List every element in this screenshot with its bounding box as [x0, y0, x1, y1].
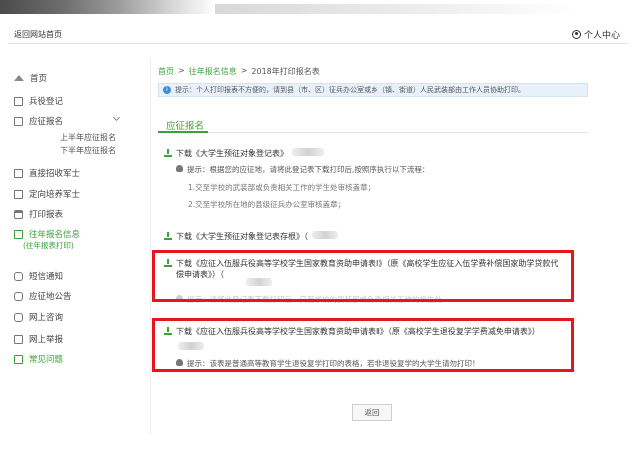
- download-link-registration-form[interactable]: 下载《大学生预征对象登记表》: [164, 148, 324, 159]
- user-icon: [571, 30, 581, 39]
- form-icon: [14, 116, 23, 126]
- highlight-box-aid-form-2: [152, 318, 574, 372]
- tip-text: 提示：根据您的应征地，请将此登记表下载打印后,按照序执行以下流程：: [187, 165, 430, 174]
- banner-logo-strip: [0, 0, 215, 14]
- message-icon: [14, 271, 23, 281]
- download-icon: [164, 232, 172, 240]
- tab-enlist[interactable]: 应征报名: [166, 118, 204, 132]
- sidebar-item-home[interactable]: 首页: [14, 72, 47, 84]
- top-bar: 返回网站首页 个人中心: [8, 26, 628, 44]
- sidebar-item-announcement[interactable]: 应征地公告: [14, 290, 72, 302]
- sidebar-divider: [150, 58, 151, 434]
- sidebar-sub-first-half[interactable]: 上半年应征报名: [60, 132, 116, 143]
- printer-icon: [14, 209, 23, 219]
- history-icon: [14, 229, 23, 239]
- download-label: 下载《大学生预征对象登记表存根》（: [176, 232, 308, 241]
- sidebar-item-label: 应征地公告: [29, 292, 72, 302]
- sidebar-item-label: 往年报名信息: [29, 230, 81, 240]
- breadcrumb-home[interactable]: 首页: [158, 66, 174, 77]
- sidebar-item-enlist[interactable]: 应征报名: [14, 115, 63, 127]
- sidebar-item-label: 网上举报: [29, 335, 64, 345]
- sidebar-item-faq[interactable]: 常见问题: [14, 353, 63, 365]
- breadcrumb: 首页 > 往年报名信息 > 2018年打印报名表: [158, 66, 320, 77]
- info-icon: i: [163, 86, 171, 94]
- sidebar-item-label: 定向培养军士: [29, 190, 81, 200]
- sidebar-active-sub-label: (往年报表打印): [23, 241, 74, 250]
- home-icon: [14, 75, 24, 81]
- sidebar-item-report[interactable]: 网上举报: [14, 333, 63, 345]
- doc-icon: [14, 189, 23, 199]
- download-icon: [164, 149, 172, 157]
- user-center-link[interactable]: 个人中心: [571, 28, 620, 41]
- breadcrumb-parent[interactable]: 往年报名信息: [189, 66, 237, 77]
- sidebar-item-label: 短信通知: [29, 272, 64, 282]
- sidebar-item-label: 直接招收军士: [29, 169, 81, 179]
- question-icon: [14, 354, 23, 364]
- sidebar-item-sms[interactable]: 短信通知: [14, 270, 63, 282]
- sidebar-item-label: 常见问题: [29, 355, 64, 365]
- redacted-text: [292, 148, 324, 156]
- tab-active-indicator: [158, 131, 208, 133]
- report-icon: [14, 334, 23, 344]
- sidebar-sub-second-half[interactable]: 下半年应征报名: [60, 145, 116, 156]
- redacted-text: [312, 231, 338, 239]
- sidebar: 首页 兵役登记 应征报名 上半年应征报名 下半年应征报名 直接招收军士 定向培养…: [8, 60, 144, 380]
- chevron-down-icon[interactable]: [112, 113, 121, 122]
- sidebar-item-consult[interactable]: 网上咨询: [14, 311, 63, 323]
- banner-gradient: [215, 4, 575, 14]
- lightbulb-icon: [176, 165, 183, 172]
- download-link-registration-stub[interactable]: 下载《大学生预征对象登记表存根》（: [164, 231, 338, 242]
- back-button[interactable]: 返回: [352, 404, 392, 421]
- sidebar-item-directed-training[interactable]: 定向培养军士: [14, 188, 80, 200]
- step-2: 2.交至学校所在地的县级征兵办公室审核盖章；: [188, 200, 346, 209]
- breadcrumb-current: 2018年打印报名表: [251, 67, 320, 76]
- sidebar-item-history[interactable]: 往年报名信息: [14, 228, 80, 240]
- step-1: 1.交至学校的武装部或负责相关工作的学生处审核盖章；: [188, 183, 376, 192]
- chat-icon: [14, 312, 23, 322]
- sidebar-item-register[interactable]: 兵役登记: [14, 95, 63, 107]
- sidebar-item-label: 打印报表: [29, 210, 64, 220]
- tab-divider: [158, 132, 588, 133]
- sidebar-item-print[interactable]: 打印报表: [14, 208, 63, 220]
- sidebar-item-label: 首页: [30, 74, 48, 84]
- breadcrumb-separator: >: [240, 66, 248, 75]
- notice-banner: i 提示：个人打印报表不方便的，请到县（市、区）征兵办公室或乡（镇、街道）人民武…: [158, 83, 588, 97]
- notice-text: 提示：个人打印报表不方便的，请到县（市、区）征兵办公室或乡（镇、街道）人民武装部…: [175, 86, 525, 94]
- notice-icon: [14, 291, 23, 301]
- sidebar-item-direct-recruit[interactable]: 直接招收军士: [14, 167, 80, 179]
- main-content: 首页 > 往年报名信息 > 2018年打印报名表 i 提示：个人打印报表不方便的…: [158, 58, 588, 438]
- user-center-label: 个人中心: [583, 31, 620, 41]
- back-to-site-link[interactable]: 返回网站首页: [14, 29, 62, 40]
- breadcrumb-separator: >: [178, 66, 185, 75]
- sidebar-item-label: 应征报名: [29, 117, 64, 127]
- doc-icon: [14, 168, 23, 178]
- tip-registration: 提示：根据您的应征地，请将此登记表下载打印后,按照序执行以下流程：: [176, 164, 429, 175]
- sidebar-item-label: 兵役登记: [29, 97, 64, 107]
- register-icon: [14, 96, 23, 106]
- download-label: 下载《大学生预征对象登记表》: [176, 149, 288, 158]
- sidebar-item-label: 网上咨询: [29, 313, 64, 323]
- highlight-box-aid-form-1: [152, 250, 574, 302]
- header-banner: [0, 0, 636, 22]
